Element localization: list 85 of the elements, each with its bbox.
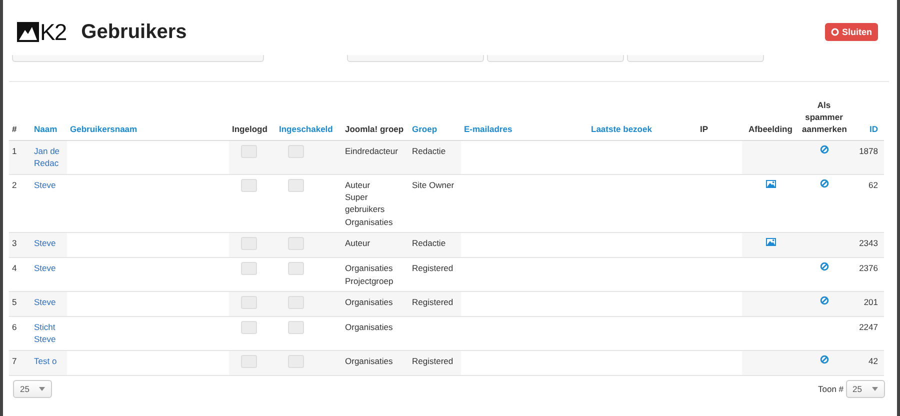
logged-in-checkbox[interactable] <box>241 296 257 309</box>
logged-in-checkbox[interactable] <box>241 262 257 276</box>
column-header: Ingelogd <box>232 124 268 134</box>
caret-icon <box>872 387 878 392</box>
joomla-group: Organisaties <box>345 262 406 274</box>
group-name: Registered <box>412 263 454 274</box>
user-name-link[interactable]: Steve <box>34 296 64 308</box>
row-number: 4 <box>12 263 17 274</box>
row-number: 3 <box>12 238 17 248</box>
sort-link[interactable]: Laatste bezoek <box>591 124 652 134</box>
user-id: 42 <box>868 356 878 366</box>
page-title: Gebruikers <box>81 20 188 44</box>
ban-icon[interactable] <box>820 262 828 272</box>
filter-field[interactable] <box>487 55 624 62</box>
user-id: 2247 <box>859 322 878 332</box>
limit-select[interactable]: 25 <box>846 380 885 398</box>
joomla-group: Organisaties <box>345 296 406 308</box>
ban-icon[interactable] <box>820 145 828 154</box>
enabled-checkbox[interactable] <box>288 262 304 276</box>
sort-link[interactable]: Gebruikersnaam <box>70 124 138 134</box>
joomla-group: Super gebruikers <box>345 190 406 216</box>
user-id: 2376 <box>859 263 878 274</box>
image-icon[interactable] <box>766 238 776 246</box>
image-icon[interactable] <box>766 180 776 188</box>
user-name-link[interactable]: Sticht Steve <box>34 321 64 346</box>
user-name-link[interactable]: Jan de Redac <box>34 145 64 170</box>
caret-icon <box>39 387 46 392</box>
logged-in-checkbox[interactable] <box>241 354 257 368</box>
user-id: 201 <box>864 296 878 307</box>
user-id: 62 <box>868 180 878 190</box>
user-name-link[interactable]: Test o <box>34 354 64 368</box>
group-name: Registered <box>412 296 454 307</box>
row-number: 7 <box>12 356 17 366</box>
sort-link[interactable]: E-mailadres <box>464 124 512 134</box>
group-name: Redactie <box>412 238 446 248</box>
joomla-group: Organisaties <box>345 216 406 228</box>
row-number: 6 <box>12 322 17 332</box>
ban-icon[interactable] <box>820 354 828 364</box>
group-name: Redactie <box>412 146 446 156</box>
logged-in-checkbox[interactable] <box>241 321 257 334</box>
show-label: Toon # <box>818 384 844 394</box>
group-name: Site Owner <box>412 180 454 190</box>
filter-field[interactable] <box>347 55 484 62</box>
enabled-checkbox[interactable] <box>288 296 304 309</box>
sort-link[interactable]: Naam <box>34 124 58 134</box>
user-name-link[interactable]: Steve <box>34 178 64 191</box>
row-number: 2 <box>12 180 17 190</box>
circle-icon <box>830 28 839 36</box>
joomla-group: Auteur <box>345 236 406 250</box>
ban-icon[interactable] <box>820 178 828 188</box>
joomla-group: Organisaties <box>345 321 406 334</box>
joomla-group: Projectgroep <box>345 274 406 287</box>
ban-icon[interactable] <box>820 296 828 305</box>
user-name-link[interactable]: Steve <box>34 262 64 274</box>
close-button[interactable]: Sluiten <box>824 23 878 41</box>
mountain-logo-icon <box>17 22 39 42</box>
row-number: 1 <box>12 146 17 156</box>
sort-link[interactable]: Ingeschakeld <box>279 124 333 134</box>
logged-in-checkbox[interactable] <box>241 178 257 192</box>
logged-in-checkbox[interactable] <box>241 236 257 250</box>
user-name-link[interactable]: Steve <box>34 236 64 250</box>
column-header: Afbeelding <box>748 124 792 134</box>
column-header: Joomla! groep <box>345 124 404 134</box>
enabled-checkbox[interactable] <box>288 321 304 334</box>
joomla-group: Organisaties <box>345 354 406 368</box>
user-id: 2343 <box>859 238 878 248</box>
logged-in-checkbox[interactable] <box>241 145 257 158</box>
group-name: Registered <box>412 356 454 366</box>
logo-text: K2 <box>40 18 66 46</box>
column-header: # <box>12 124 17 134</box>
row-number: 5 <box>12 296 17 307</box>
sort-link[interactable]: ID <box>870 124 878 134</box>
joomla-group: Eindredacteur <box>345 145 406 158</box>
user-id: 1878 <box>859 146 878 156</box>
column-header: IP <box>700 124 708 134</box>
enabled-checkbox[interactable] <box>288 354 304 368</box>
enabled-checkbox[interactable] <box>288 236 304 250</box>
joomla-group: Auteur <box>345 178 406 191</box>
limit-select[interactable]: 25 <box>13 380 52 398</box>
column-header: Als spammer aanmerken <box>802 100 847 134</box>
enabled-checkbox[interactable] <box>288 145 304 158</box>
enabled-checkbox[interactable] <box>288 178 304 192</box>
sort-link[interactable]: Groep <box>412 124 438 134</box>
filter-field[interactable] <box>12 55 264 62</box>
filter-field[interactable] <box>627 55 764 62</box>
